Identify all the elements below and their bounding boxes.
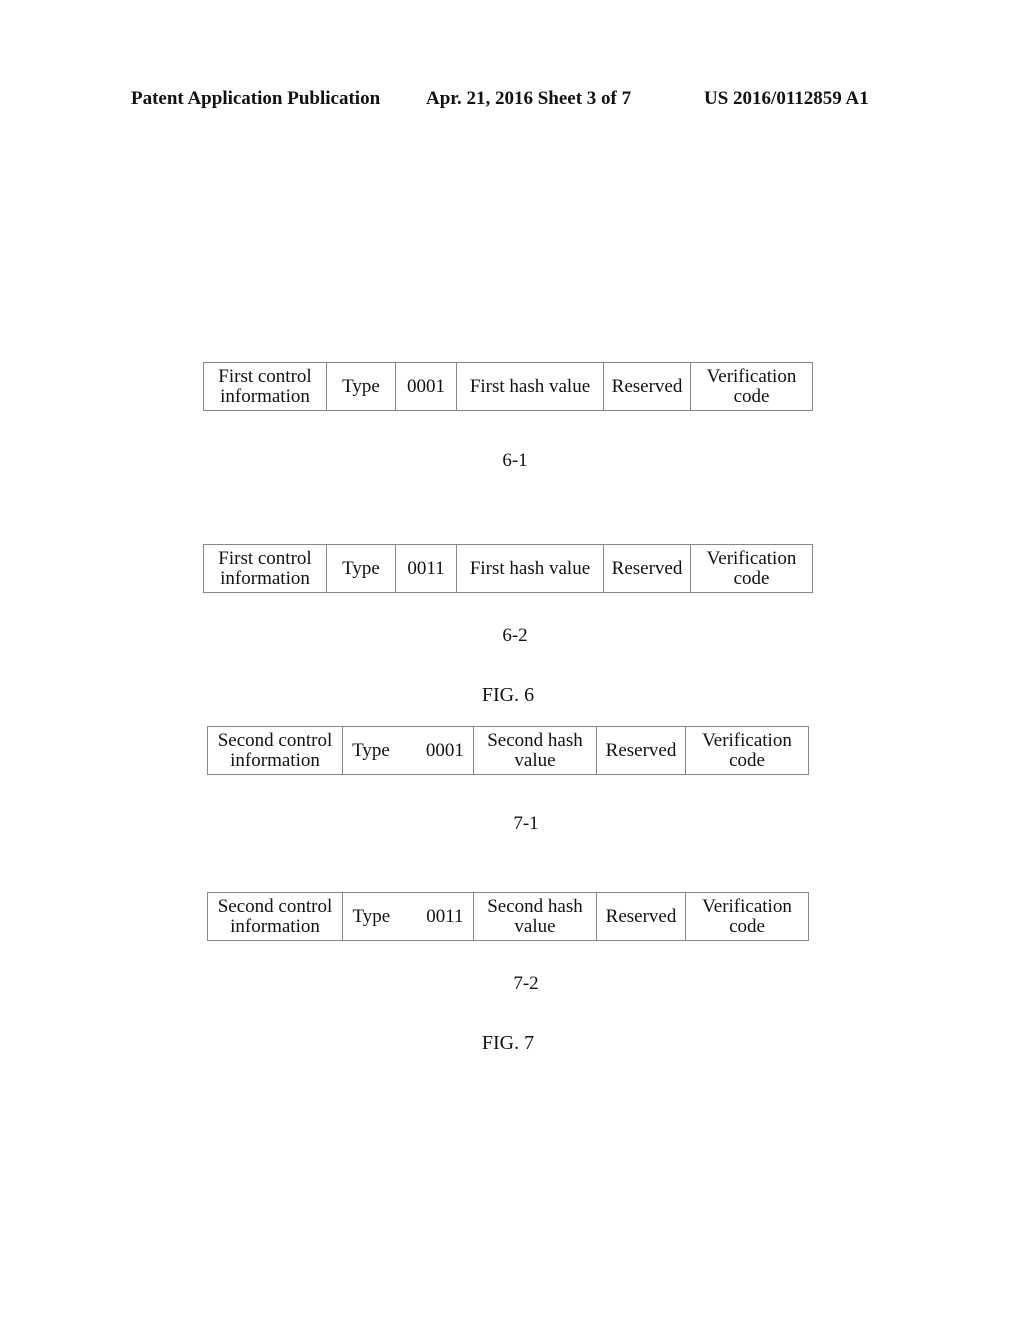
cell-hash-value: First hash value (456, 544, 604, 593)
cell-verification-code: Verification code (685, 726, 809, 775)
figure-caption-7: FIG. 7 (481, 1032, 535, 1054)
format-table-7-1: Second control information Type 0001 Secon… (207, 726, 809, 775)
cell-reserved: Reserved (596, 726, 686, 775)
table-label-7-2: 7-2 (513, 973, 539, 994)
cell-type: Type (352, 739, 390, 761)
patent-number: US 2016/0112859 A1 (704, 88, 869, 109)
cell-verification-code: Verification code (690, 362, 813, 411)
cell-control-info: Second control information (207, 726, 343, 775)
cell-type: Type (352, 905, 391, 927)
cell-hash-value: Second hash value (473, 892, 597, 941)
table-label-7-1: 7-1 (513, 813, 539, 834)
cell-reserved: Reserved (603, 544, 691, 593)
table-label-6-1: 6-1 (502, 450, 528, 471)
cell-control-info: First control information (203, 362, 327, 411)
cell-reserved: Reserved (596, 892, 686, 941)
cell-control-info: First control information (203, 544, 327, 593)
cell-type-value: 0011 (395, 544, 457, 593)
cell-type-combined: Type 0001 (342, 726, 474, 775)
cell-type-value: 0001 (395, 362, 457, 411)
cell-verification-code: Verification code (685, 892, 809, 941)
date-sheet: Apr. 21, 2016 Sheet 3 of 7 (426, 88, 632, 109)
cell-reserved: Reserved (603, 362, 691, 411)
cell-type-combined: Type 0011 (342, 892, 474, 941)
cell-control-info: Second control information (207, 892, 343, 941)
cell-hash-value: First hash value (456, 362, 604, 411)
cell-type-value: 0011 (426, 905, 464, 927)
format-table-6-2: First control information Type 0011 First… (203, 544, 813, 593)
cell-type: Type (326, 362, 396, 411)
figure-caption-6: FIG. 6 (481, 684, 535, 706)
publication-title: Patent Application Publication (131, 88, 381, 109)
cell-type: Type (326, 544, 396, 593)
table-label-6-2: 6-2 (502, 625, 528, 646)
cell-verification-code: Verification code (690, 544, 813, 593)
format-table-7-2: Second control information Type 0011 Secon… (207, 892, 809, 941)
cell-type-value: 0001 (425, 739, 464, 761)
cell-hash-value: Second hash value (473, 726, 597, 775)
page-header: Patent Application Publication Apr. 21, … (131, 88, 891, 114)
format-table-6-1: First control information Type 0001 First… (203, 362, 813, 411)
